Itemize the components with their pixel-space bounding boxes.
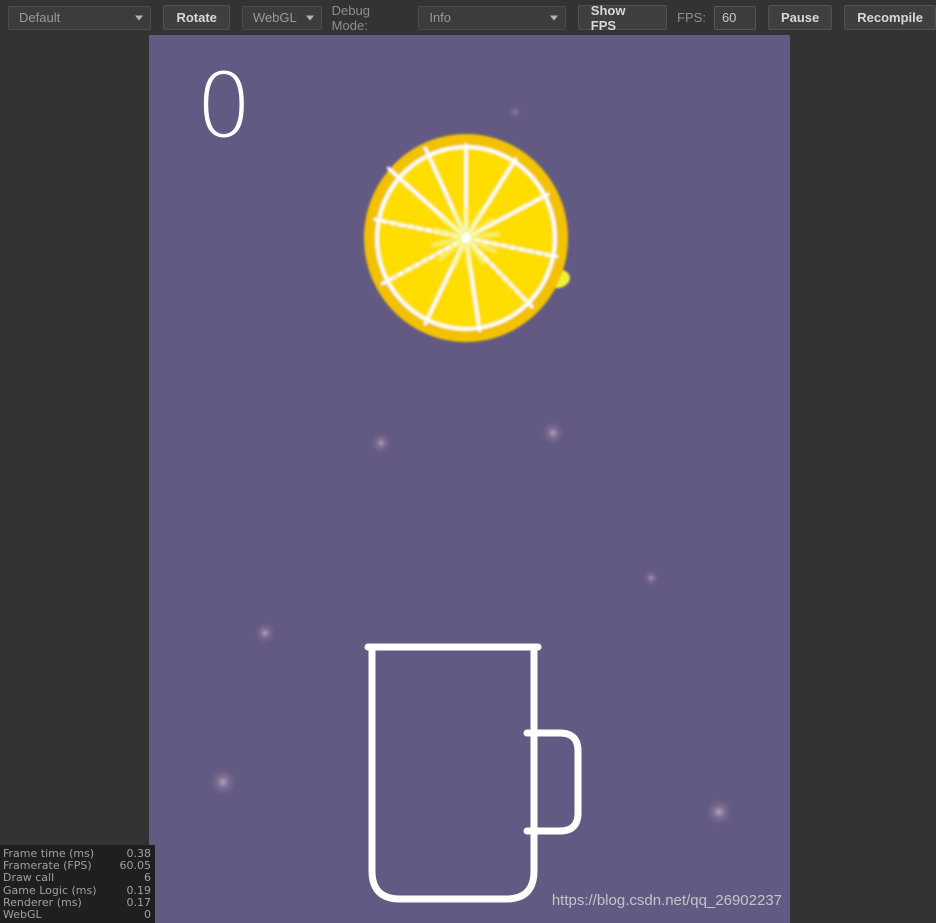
stats-row: WebGL 0 (3, 908, 151, 922)
recompile-button[interactable]: Recompile (844, 5, 936, 30)
performance-stats-panel: Frame time (ms) 0.38 Framerate (FPS) 60.05 D… (0, 845, 155, 923)
game-canvas[interactable]: 0 https://blog.csdn.net/qq_26902237 (149, 35, 790, 923)
particle-dot (542, 422, 564, 444)
rotate-button[interactable]: Rotate (163, 5, 230, 30)
renderer-select-value: WebGL (252, 10, 297, 25)
debug-mode-select-value: Info (429, 10, 452, 25)
chevron-down-icon (549, 15, 558, 20)
stats-row: Draw call 6 (3, 872, 151, 884)
stats-row-label: Draw call (3, 871, 55, 885)
pause-button[interactable]: Pause (767, 5, 833, 30)
chevron-down-icon (305, 15, 314, 20)
stats-row-label: WebGL (3, 908, 42, 922)
mug-sprite (364, 643, 582, 903)
stats-row-value: 0 (144, 908, 151, 922)
scene-select[interactable]: Default (8, 5, 152, 30)
particle-dot (210, 769, 236, 795)
renderer-select[interactable]: WebGL (241, 5, 322, 30)
particle-dot (371, 433, 391, 453)
toolbar: Default Rotate WebGL Debug Mode: Info Sh… (0, 0, 936, 35)
scene-select-value: Default (19, 10, 61, 25)
stats-table: Frame time (ms) 0.38 Framerate (FPS) 60.05 D… (3, 847, 152, 922)
particle-dot (508, 105, 522, 119)
lemon-slice-sprite (364, 134, 570, 342)
particle-dot (706, 799, 732, 825)
watermark-text: https://blog.csdn.net/qq_26902237 (551, 892, 782, 909)
stats-row-value: 0.19 (126, 883, 152, 897)
stats-row-label: Game Logic (ms) (3, 883, 97, 897)
debug-mode-select[interactable]: Info (418, 5, 566, 30)
chevron-down-icon (135, 15, 144, 20)
show-fps-button[interactable]: Show FPS (577, 3, 668, 33)
score-display: 0 (196, 54, 252, 157)
stats-row-value: 6 (144, 871, 151, 885)
particle-dot (643, 570, 659, 586)
stats-row: Game Logic (ms) 0.19 (3, 883, 152, 897)
debug-mode-label: Debug Mode: (331, 2, 370, 33)
fps-label: FPS: (677, 10, 706, 25)
fps-input[interactable] (713, 5, 756, 30)
particle-dot (255, 623, 275, 643)
